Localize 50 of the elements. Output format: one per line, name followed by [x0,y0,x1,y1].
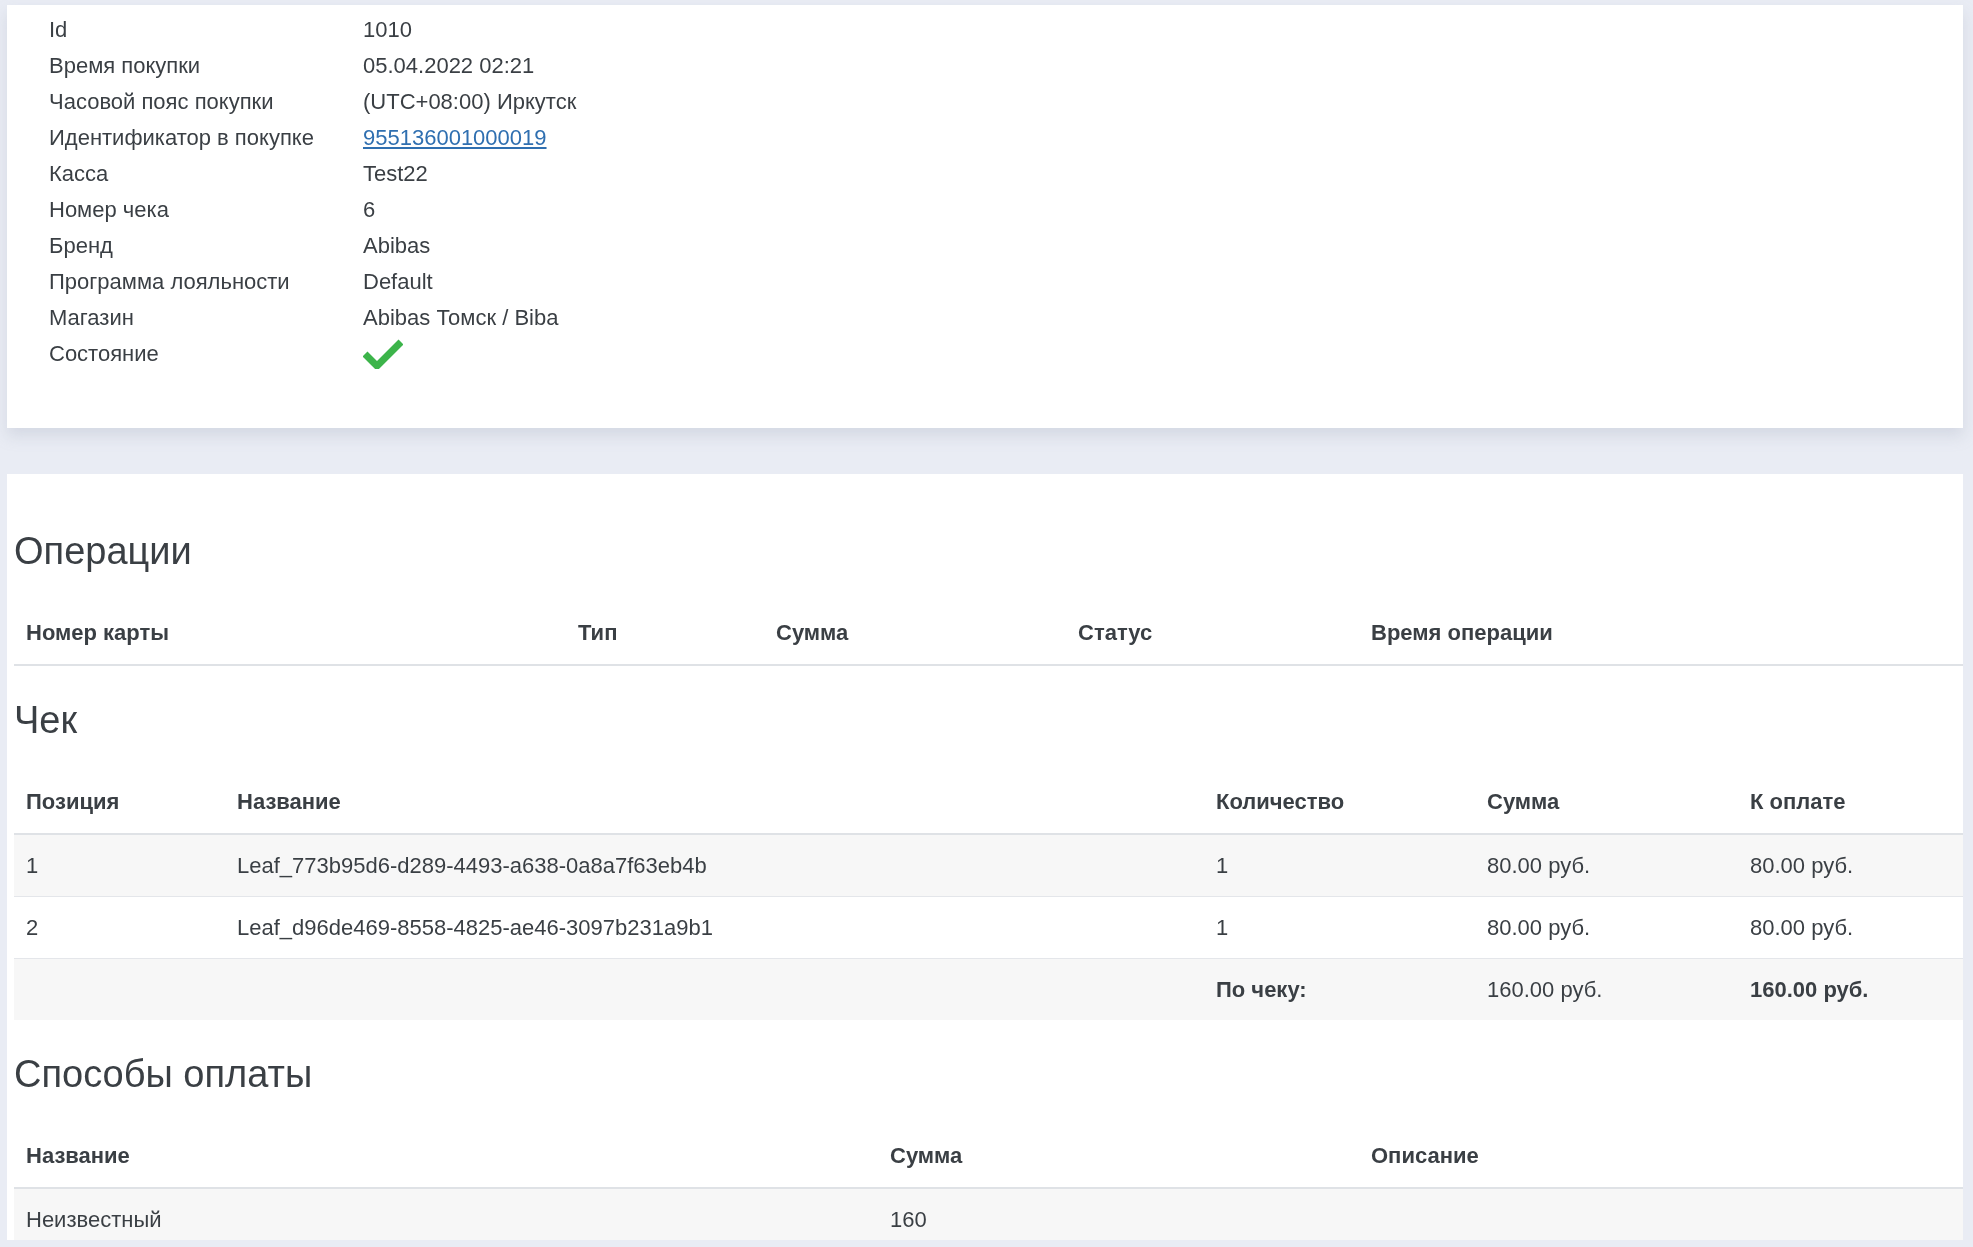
field-value: 1010 [363,17,412,43]
table-cell: Неизвестный [26,1206,162,1232]
table-cell: 1 [1216,852,1229,878]
column-header: К оплате [1750,789,1846,814]
field-label: Идентификатор в покупке [49,125,315,151]
table-cell: 80.00 руб. [1487,852,1591,878]
total-label: По чеку: [1216,976,1307,1002]
column-header: Название [237,789,341,814]
purchase-id-link[interactable]: 955136001000019 [363,125,547,151]
field-value: (UTC+08:00) Иркутск [363,89,577,115]
column-header: Сумма [890,1143,963,1168]
table-cell: 1 [1216,914,1229,940]
column-header: Время операции [1371,620,1553,645]
table-cell: 80.00 руб. [1750,852,1854,878]
table-cell: 1 [26,852,39,878]
table-cell: Leaf_d96de469-8558-4825-ae46-3097b231a9b1 [237,914,713,940]
field-value: Abibas [363,233,431,259]
section-heading: Операции [14,529,193,574]
field-value: Abibas Томск / Biba [363,305,559,331]
total-payable: 160.00 руб. [1750,976,1869,1002]
column-header: Позиция [26,789,120,814]
field-label: Номер чека [49,197,170,223]
field-value: Test22 [363,161,428,187]
field-value: 05.04.2022 02:21 [363,53,535,79]
column-header: Количество [1216,789,1345,814]
column-header: Тип [578,620,618,645]
field-label: Программа лояльности [49,269,291,295]
column-header: Номер карты [26,620,170,645]
column-header: Название [26,1143,130,1168]
column-header: Сумма [1487,789,1560,814]
field-value: Default [363,269,433,295]
section-heading: Способы оплаты [14,1052,314,1097]
field-label: Касса [49,161,110,187]
column-header: Статус [1078,620,1153,645]
section-heading: Чек [14,698,79,743]
total-sum: 160.00 руб. [1487,976,1603,1002]
column-header: Сумма [776,620,849,645]
table-cell: 80.00 руб. [1487,914,1591,940]
column-header: Описание [1371,1143,1479,1168]
table-cell: 2 [26,914,39,940]
field-label: Id [49,17,69,43]
field-label: Время покупки [49,53,202,79]
field-label: Бренд [49,233,114,259]
table-cell: 80.00 руб. [1750,914,1854,940]
table-cell: Leaf_773b95d6-d289-4493-a638-0a8a7f63eb4b [237,852,707,878]
field-label: Магазин [49,305,135,331]
field-label: Состояние [49,341,160,367]
table-cell: 160 [890,1206,927,1232]
field-value: 6 [363,197,376,223]
field-label: Часовой пояс покупки [49,89,275,115]
